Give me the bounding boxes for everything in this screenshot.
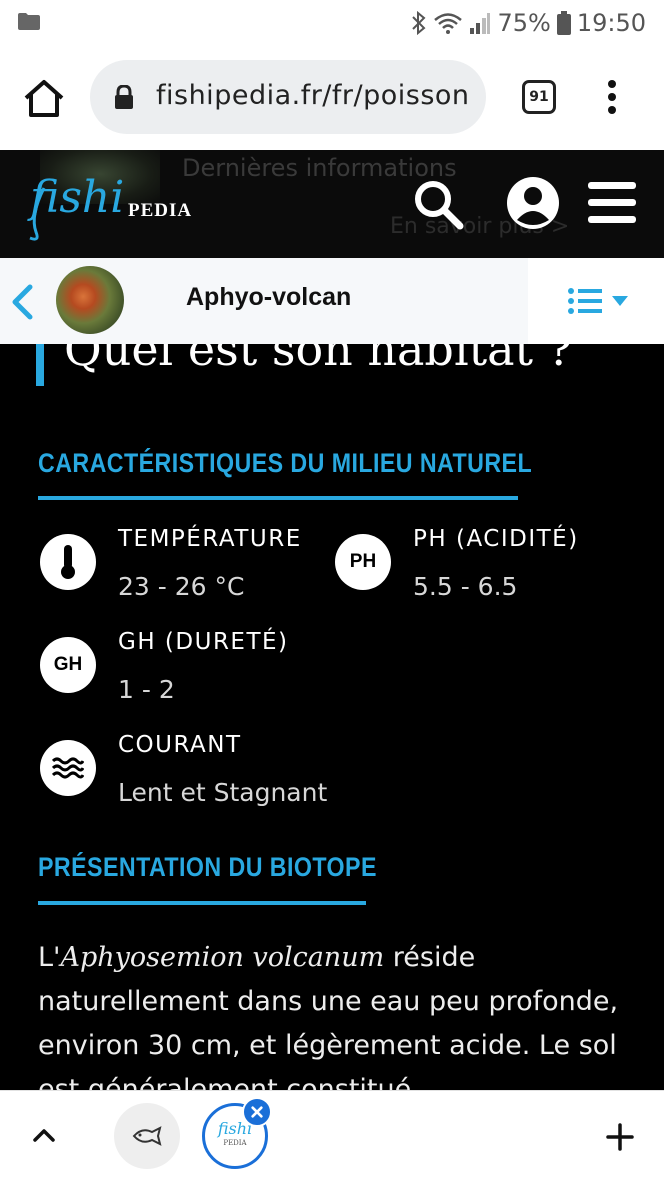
tab-fish[interactable] (114, 1103, 180, 1169)
battery-percent: 75% (497, 9, 551, 37)
ph-icon: PH (335, 534, 391, 590)
heading-accent-bar (36, 344, 44, 386)
clock: 19:50 (576, 9, 646, 37)
param-value: 5.5 - 6.5 (413, 572, 518, 601)
param-label: GH (DURETÉ) (118, 629, 289, 655)
param-label: COURANT (118, 732, 242, 758)
scientific-name: Aphyosemion volcanum (60, 942, 385, 973)
gh-icon: GH (40, 637, 96, 693)
main-content: Quel est son habitat ? CARACTÉRISTIQUES … (0, 344, 664, 1090)
species-nav-bar: Aphyo-volcan (0, 258, 664, 344)
tab-mini-logo: fishi PEDIA (217, 1119, 253, 1148)
habitat-heading: Quel est son habitat ? (64, 344, 573, 376)
lock-icon (115, 85, 133, 109)
logo-pedia: PEDIA (128, 200, 193, 221)
url-text[interactable]: fishipedia.fr/fr/poisson (156, 80, 470, 111)
section-title-milieu: CARACTÉRISTIQUES DU MILIEU NATUREL (38, 448, 533, 478)
new-tab-icon[interactable] (606, 1123, 634, 1151)
param-value: 1 - 2 (118, 675, 175, 704)
logo-fishi: fishi (30, 172, 125, 223)
species-thumbnail (56, 266, 124, 334)
param-value: 23 - 26 °C (118, 572, 245, 601)
biotope-paragraph: L'Aphyosemion volcanum réside naturellem… (38, 942, 619, 1090)
status-icons: 75% 19:50 (411, 8, 646, 38)
fishipedia-logo[interactable]: fishi PEDIA (22, 172, 202, 242)
signal-icon (470, 13, 491, 34)
section-underline (38, 496, 518, 500)
address-bar[interactable]: fishipedia.fr/fr/poisson (90, 60, 486, 134)
browser-toolbar: fishipedia.fr/fr/poisson 91 (0, 44, 664, 150)
param-label: TEMPÉRATURE (118, 526, 302, 552)
caret-down-icon (612, 296, 628, 306)
fish-icon (132, 1126, 162, 1146)
close-icon[interactable] (242, 1097, 272, 1127)
hamburger-menu-icon[interactable] (588, 182, 636, 224)
battery-icon (556, 11, 571, 35)
tab-switcher-button[interactable]: 91 (522, 80, 556, 114)
thermometer-icon (40, 534, 96, 590)
bottom-tab-bar: fishi PEDIA (0, 1090, 664, 1180)
param-label: PH (ACIDITÉ) (413, 526, 579, 552)
water-current-icon (40, 740, 96, 796)
status-bar: 75% 19:50 (0, 0, 664, 44)
section-title-biotope: PRÉSENTATION DU BIOTOPE (38, 852, 377, 882)
site-header: Dernières informations En savoir plus > … (0, 150, 664, 258)
overflow-menu-icon[interactable] (604, 79, 620, 115)
chevron-left-icon[interactable] (10, 284, 34, 320)
chevron-up-icon[interactable] (32, 1127, 56, 1143)
folder-icon (18, 13, 40, 30)
home-icon[interactable] (22, 78, 66, 118)
section-underline (38, 901, 366, 905)
account-icon[interactable] (506, 176, 560, 230)
list-icon (568, 288, 602, 314)
species-name: Aphyo-volcan (186, 283, 352, 311)
table-of-contents-button[interactable] (528, 258, 664, 344)
bluetooth-icon (412, 11, 426, 35)
wifi-icon (434, 13, 463, 34)
search-icon[interactable] (412, 178, 464, 230)
param-value: Lent et Stagnant (118, 778, 328, 807)
